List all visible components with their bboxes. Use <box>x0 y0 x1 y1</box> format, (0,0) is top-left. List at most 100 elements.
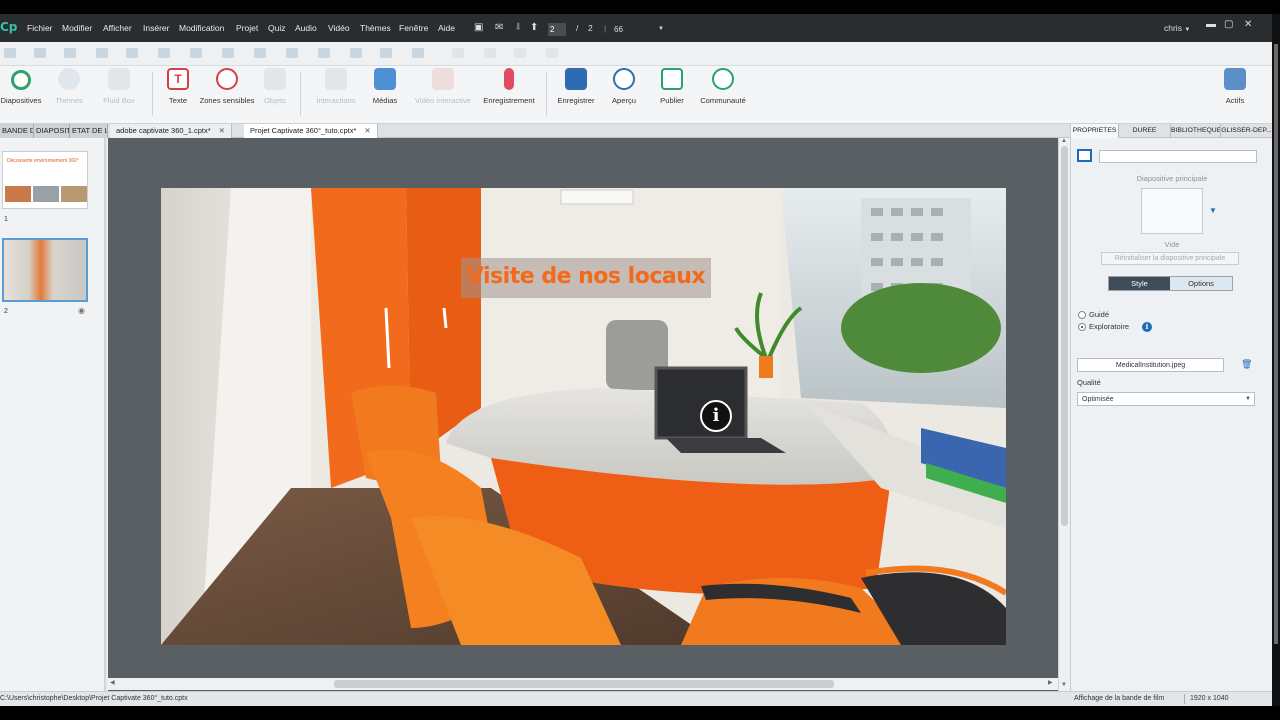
align-left-icon[interactable] <box>4 48 16 58</box>
community-button[interactable]: Communauté <box>698 68 748 105</box>
info-hotspot-icon[interactable]: i <box>700 400 732 432</box>
same-width-icon[interactable] <box>254 48 266 58</box>
tab-properties[interactable]: PROPRIETES <box>1071 124 1119 138</box>
image-file-field[interactable]: MedicalInstitution.jpeg <box>1077 358 1224 372</box>
maximize-icon[interactable]: ▢ <box>1224 19 1233 30</box>
align-middle-icon[interactable] <box>126 48 138 58</box>
themes-button[interactable]: Thèmes <box>48 68 90 105</box>
menu-modifier[interactable]: Modifier <box>62 23 92 33</box>
interactive-video-button[interactable]: Vidéo interactive <box>410 68 476 105</box>
arrange-icon[interactable] <box>412 48 424 58</box>
file-tab-2[interactable]: Projet Captivate 360°_tuto.cptx* ✕ <box>244 124 378 138</box>
tab-duration[interactable]: DUREE <box>1119 124 1171 138</box>
minimize-icon[interactable]: ▬ <box>1206 19 1216 30</box>
file-tab-1[interactable]: adobe captivate 360_1.cptx* ✕ <box>110 124 232 138</box>
radio-guided[interactable] <box>1078 311 1086 319</box>
align-center-icon[interactable] <box>34 48 46 58</box>
mail-icon[interactable]: ✉ <box>495 22 503 33</box>
tab-status[interactable]: ETAT DE L... <box>70 124 108 138</box>
scroll-thumb[interactable] <box>1061 146 1068 526</box>
bring-front-icon[interactable] <box>452 48 464 58</box>
reset-master-button[interactable]: Réinitialiser la diapositive principale <box>1101 252 1239 265</box>
comment-icon[interactable]: ▣ <box>474 22 483 33</box>
menu-projet[interactable]: Projet <box>236 23 258 33</box>
toolbar-separator <box>300 72 301 116</box>
user-menu[interactable]: chris ▼ <box>1164 23 1190 33</box>
slide-canvas[interactable]: Visite de nos locaux i <box>161 188 1006 645</box>
chevron-down-icon[interactable]: ▼ <box>1209 206 1217 215</box>
menu-video[interactable]: Vidéo <box>328 23 350 33</box>
send-back-icon[interactable] <box>546 48 558 58</box>
slide-number-input[interactable]: 2 <box>548 23 566 36</box>
save-button[interactable]: Enregistrer <box>554 68 598 105</box>
menu-modification[interactable]: Modification <box>179 23 224 33</box>
slide-thumbnail-1[interactable]: Découverte environnement 360° <box>2 151 88 209</box>
media-icon <box>374 68 396 90</box>
radio-guided-label: Guidé <box>1089 310 1110 319</box>
hotspot-button[interactable]: Zones sensibles <box>198 68 256 105</box>
radio-explorer[interactable] <box>1078 323 1086 331</box>
menu-fenetre[interactable]: Fenêtre <box>399 23 428 33</box>
distribute-v-icon[interactable] <box>222 48 234 58</box>
fluid-box-button[interactable]: Fluid Box <box>98 68 140 105</box>
tab-slides[interactable]: DIAPOSIT... <box>34 124 70 138</box>
scroll-right-icon[interactable]: ▶ <box>1048 679 1053 686</box>
menu-inserer[interactable]: Insérer <box>143 23 169 33</box>
tab-library[interactable]: BIBLIOTHEQUE <box>1171 124 1221 138</box>
publish-button[interactable]: Publier <box>652 68 692 105</box>
objects-button[interactable]: Objets <box>258 68 292 105</box>
info-icon[interactable]: i <box>1142 322 1152 332</box>
arrow-up-icon[interactable]: ⬆ <box>530 22 538 33</box>
center-h-icon[interactable] <box>350 48 362 58</box>
stage-vertical-scrollbar[interactable]: ▲ ▼ <box>1058 138 1070 692</box>
menu-aide[interactable]: Aide <box>438 23 455 33</box>
scroll-down-icon[interactable]: ▼ <box>1061 682 1067 688</box>
same-height-icon[interactable] <box>286 48 298 58</box>
menu-fichier[interactable]: Fichier <box>27 23 53 33</box>
same-size-icon[interactable] <box>318 48 330 58</box>
master-slide-preview[interactable] <box>1141 188 1203 234</box>
thumbnail-image <box>33 186 59 202</box>
microphone-icon <box>504 68 514 90</box>
preview-icon <box>613 68 635 90</box>
bring-forward-icon[interactable] <box>484 48 496 58</box>
menu-afficher[interactable]: Afficher <box>103 23 132 33</box>
distribute-h-icon[interactable] <box>190 48 202 58</box>
quality-select[interactable]: Optimisée ▼ <box>1077 392 1255 406</box>
align-top-icon[interactable] <box>96 48 108 58</box>
trash-icon[interactable]: 🗑 <box>1241 359 1252 370</box>
align-right-icon[interactable] <box>64 48 76 58</box>
text-button[interactable]: T Texte <box>160 68 196 105</box>
scroll-thumb[interactable] <box>334 680 834 688</box>
center-v-icon[interactable] <box>380 48 392 58</box>
slide-thumbnail-2[interactable] <box>2 238 88 302</box>
media-button[interactable]: Médias <box>366 68 404 105</box>
arrow-down-icon[interactable]: ⬇ <box>514 22 522 33</box>
interactions-button[interactable]: Interactions <box>308 68 364 105</box>
scroll-left-icon[interactable]: ◀ <box>110 679 115 686</box>
tab-filmstrip[interactable]: BANDE DE... <box>0 124 34 138</box>
menu-themes[interactable]: Thèmes <box>360 23 391 33</box>
stage-area: Visite de nos locaux i <box>108 138 1058 692</box>
slides-button[interactable]: Diapositives <box>0 68 46 105</box>
tab-drag-drop[interactable]: GLISSER-DEP... <box>1221 124 1272 138</box>
eye-icon[interactable]: ◉ <box>78 306 85 315</box>
assets-button[interactable]: Actifs <box>1218 68 1252 105</box>
tab-style[interactable]: Style <box>1109 277 1170 290</box>
send-backward-icon[interactable] <box>514 48 526 58</box>
menu-quiz[interactable]: Quiz <box>268 23 285 33</box>
align-bottom-icon[interactable] <box>158 48 170 58</box>
menu-audio[interactable]: Audio <box>295 23 317 33</box>
scroll-up-icon[interactable]: ▲ <box>1061 138 1067 144</box>
close-icon[interactable]: ✕ <box>1244 19 1252 30</box>
properties-tabs: PROPRIETES DUREE BIBLIOTHEQUE GLISSER-DE… <box>1071 124 1272 138</box>
preview-button[interactable]: Aperçu <box>606 68 642 105</box>
recording-button[interactable]: Enregistrement <box>480 68 538 105</box>
close-icon[interactable]: ✕ <box>219 126 225 135</box>
tab-options[interactable]: Options <box>1170 277 1232 290</box>
slide-title-box[interactable]: Visite de nos locaux <box>461 258 711 298</box>
slide-name-input[interactable] <box>1099 150 1257 163</box>
close-icon[interactable]: ✕ <box>364 126 370 135</box>
stage-horizontal-scrollbar[interactable]: ◀ ▶ <box>108 678 1058 690</box>
zoom-select[interactable]: 66 ▼ <box>614 23 666 36</box>
